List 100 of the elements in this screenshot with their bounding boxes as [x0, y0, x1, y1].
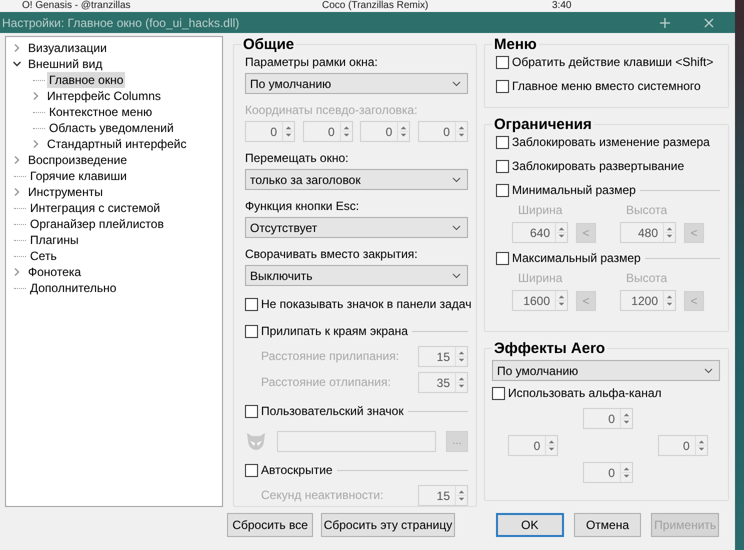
- tree-item[interactable]: Стандартный интерфейс: [45, 136, 188, 152]
- track-artist: O! Genasis - @tranzillas: [21, 0, 132, 12]
- checkbox[interactable]: [496, 252, 509, 264]
- tree-item[interactable]: Дополнительно: [28, 280, 118, 296]
- field-label: Перемещать окно:: [245, 151, 348, 165]
- checkbox-label[interactable]: Не показывать значок в панели задач: [261, 296, 472, 312]
- group-title: Меню: [493, 36, 538, 53]
- tree-item[interactable]: Инструменты: [26, 184, 105, 200]
- dropdown[interactable]: только за заголовок: [245, 169, 468, 190]
- expand-chevron-icon[interactable]: [12, 267, 22, 277]
- tree-item[interactable]: Органайзер плейлистов: [28, 216, 166, 232]
- track-duration: 3:40: [551, 0, 572, 12]
- expand-chevron-icon[interactable]: [12, 187, 22, 197]
- checkbox[interactable]: [245, 324, 258, 338]
- number-field[interactable]: 0: [658, 435, 708, 456]
- spinner-arrows-icon[interactable]: [545, 436, 558, 455]
- number-field[interactable]: 1200: [620, 290, 676, 311]
- checkbox-label[interactable]: Заблокировать развертывание: [512, 158, 684, 174]
- checkbox-label[interactable]: Заблокировать изменение размера: [512, 134, 710, 150]
- number-field[interactable]: 1600: [512, 290, 568, 311]
- checkbox-label[interactable]: Максимальный размер: [512, 250, 641, 266]
- field-label: Секунд неактивности:: [261, 488, 384, 503]
- checkbox-label[interactable]: Обратить действие клавиши <Shift>: [512, 54, 714, 70]
- field-label: Сворачивать вместо закрытия:: [245, 247, 418, 261]
- checkbox[interactable]: [496, 184, 509, 196]
- number-field[interactable]: 480: [620, 222, 676, 243]
- checkbox[interactable]: [245, 404, 258, 418]
- reset-button[interactable]: Сбросить эту страницу: [321, 513, 455, 537]
- group-title: Общие: [242, 36, 296, 53]
- dropdown-caret-icon: [452, 176, 461, 182]
- tree-item[interactable]: Главное окно: [47, 72, 126, 88]
- alien-head-icon: [245, 430, 267, 452]
- spinner-arrows-icon[interactable]: [620, 463, 632, 482]
- number-field[interactable]: 15: [418, 346, 468, 367]
- number-field[interactable]: 640: [512, 222, 568, 243]
- number-field[interactable]: 0: [582, 408, 633, 429]
- spinner-arrows-icon[interactable]: [455, 486, 467, 505]
- number-field[interactable]: 15: [418, 485, 468, 506]
- dropdown-caret-icon: [704, 368, 713, 374]
- tree-item[interactable]: Интерфейс Columns: [45, 88, 163, 104]
- spinner-arrows-icon[interactable]: [694, 436, 707, 455]
- number-field[interactable]: 0: [508, 435, 558, 456]
- tree-item[interactable]: Область уведомлений: [47, 120, 176, 136]
- checkbox[interactable]: [496, 136, 509, 148]
- expand-chevron-icon[interactable]: [31, 139, 41, 149]
- dropdown[interactable]: Отсутствует: [245, 217, 468, 238]
- checkbox-label[interactable]: Прилипать к краям экрана: [261, 324, 408, 338]
- field-label: Параметры рамки окна:: [245, 55, 378, 69]
- expand-chevron-icon[interactable]: [12, 155, 22, 165]
- checkbox-label[interactable]: Пользовательский значок: [261, 404, 404, 418]
- track-title: Coco (Tranzillas Remix): [321, 0, 430, 12]
- spinner-arrows-icon[interactable]: [455, 373, 467, 392]
- number-field[interactable]: 0: [582, 462, 633, 483]
- dropdown[interactable]: По умолчанию: [492, 360, 720, 381]
- spinner-arrows-icon[interactable]: [663, 291, 675, 310]
- tree-item[interactable]: Горячие клавиши: [28, 168, 129, 184]
- checkbox-label[interactable]: Главное меню вместо системного: [512, 78, 701, 94]
- spinner-arrows-icon[interactable]: [455, 347, 467, 366]
- reset-button[interactable]: Сбросить все: [227, 513, 314, 537]
- dropdown-caret-icon: [452, 80, 461, 86]
- checkbox[interactable]: [245, 298, 258, 310]
- group-title: Эффекты Aero: [493, 340, 606, 357]
- dropdown[interactable]: По умолчанию: [245, 73, 468, 94]
- checkbox-label[interactable]: Использовать альфа-канал: [508, 386, 662, 400]
- icon-path-field[interactable]: [277, 430, 436, 452]
- number-field[interactable]: 35: [418, 372, 468, 393]
- tree-item[interactable]: Контекстное меню: [47, 104, 154, 120]
- checkbox-label[interactable]: Минимальный размер: [512, 182, 636, 198]
- tree-item[interactable]: Фонотека: [26, 264, 84, 280]
- field-label: Высота: [625, 203, 668, 218]
- expand-chevron-icon[interactable]: [12, 43, 22, 53]
- tree-item[interactable]: Интеграция с системой: [28, 200, 162, 216]
- tree-item[interactable]: Воспроизведение: [26, 152, 130, 168]
- spinner-arrows-icon[interactable]: [555, 223, 567, 242]
- spinner-arrows-icon[interactable]: [555, 291, 567, 310]
- field-label: Расстояние отлипания:: [261, 375, 391, 390]
- dialog-button[interactable]: OK: [496, 513, 564, 537]
- tree-item[interactable]: Визуализации: [26, 40, 109, 56]
- title-bar-button[interactable]: ×: [687, 12, 731, 33]
- spinner-arrows-icon[interactable]: [663, 223, 675, 242]
- field-label: Функция кнопки Esc:: [245, 199, 360, 213]
- dialog-button[interactable]: Отмена: [574, 513, 642, 537]
- spinner-arrows-icon[interactable]: [620, 409, 632, 428]
- field-label: Ширина: [517, 271, 564, 286]
- collapse-chevron-icon[interactable]: [12, 59, 22, 69]
- expand-chevron-icon[interactable]: [31, 91, 41, 101]
- checkbox[interactable]: [496, 160, 509, 172]
- tree-item[interactable]: Сеть: [28, 248, 59, 264]
- title-bar-button[interactable]: +: [643, 12, 687, 33]
- checkbox[interactable]: [492, 386, 505, 400]
- field-label: Координаты псевдо-заголовка:: [245, 103, 418, 117]
- tree-item[interactable]: Плагины: [28, 232, 81, 248]
- checkbox[interactable]: [245, 464, 258, 476]
- group-title: Ограничения: [493, 116, 593, 133]
- dropdown-caret-icon: [452, 224, 461, 230]
- checkbox[interactable]: [496, 80, 509, 92]
- checkbox-label[interactable]: Автоскрытие: [261, 462, 333, 478]
- checkbox[interactable]: [496, 56, 509, 68]
- tree-item[interactable]: Внешний вид: [26, 56, 104, 72]
- dropdown[interactable]: Выключить: [245, 265, 468, 286]
